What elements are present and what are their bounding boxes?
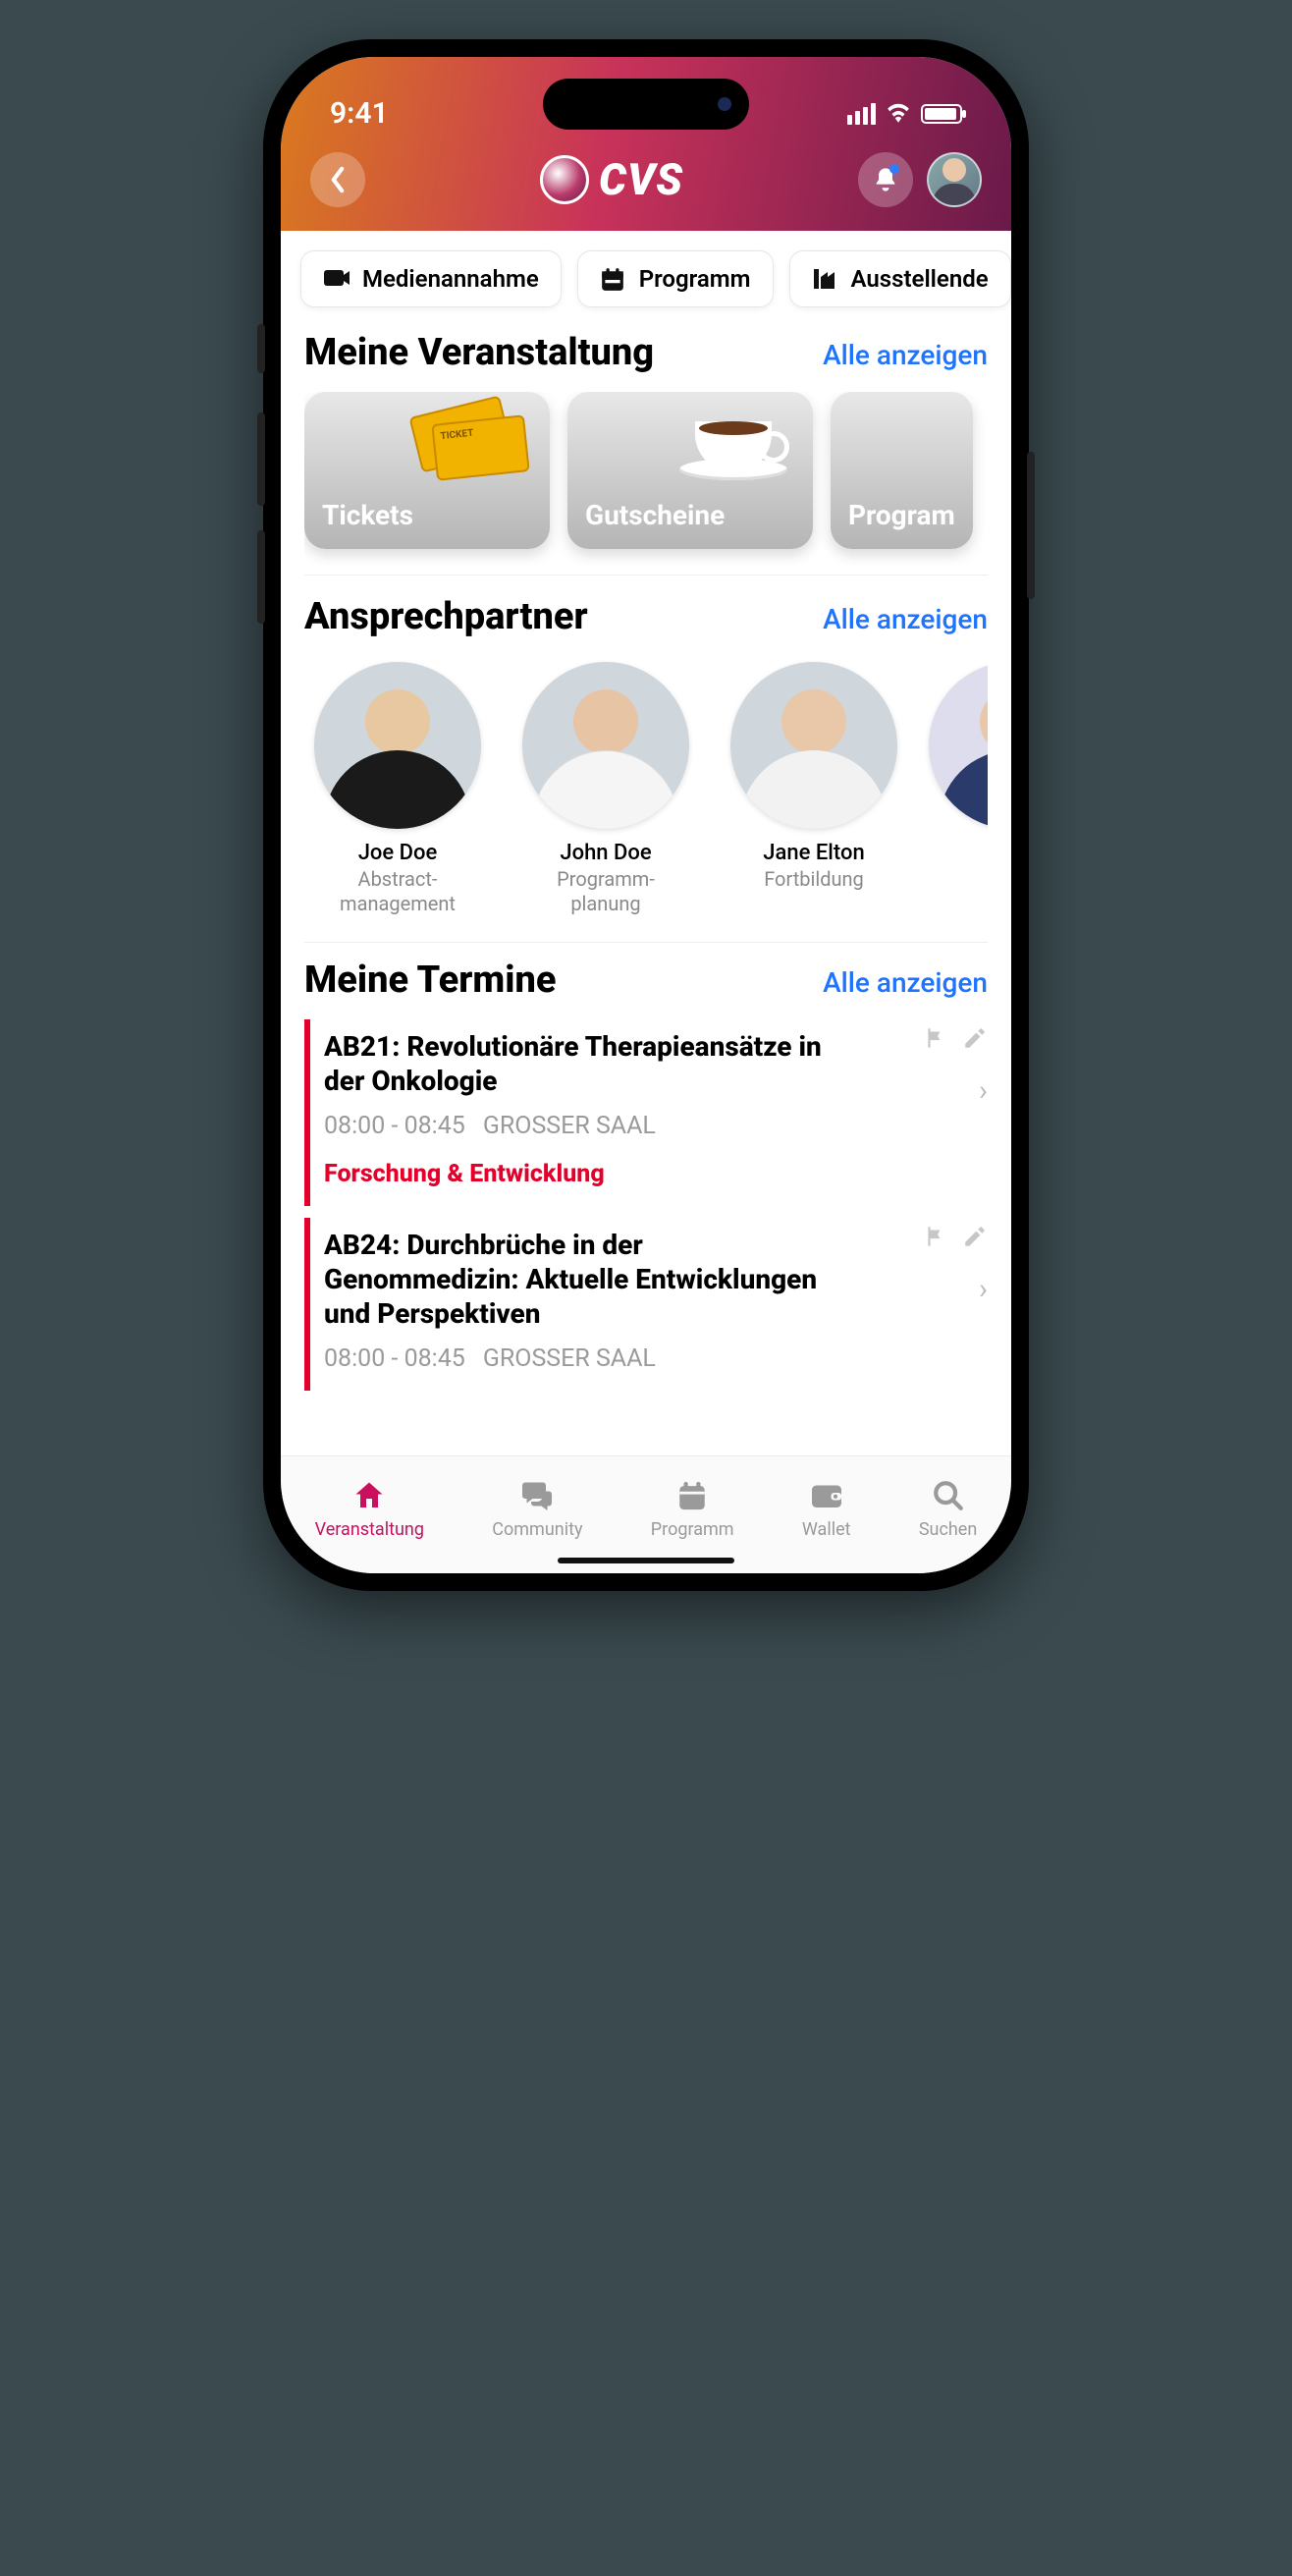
avatar xyxy=(929,662,988,829)
edit-icon[interactable] xyxy=(962,1224,988,1253)
logo-text: CVS xyxy=(599,154,683,205)
contact-role: Programm- planung xyxy=(512,867,699,916)
notification-dot-icon xyxy=(889,164,899,174)
profile-avatar[interactable] xyxy=(927,152,982,207)
tab-community[interactable]: Community xyxy=(492,1476,582,1540)
card-tickets[interactable]: Tickets xyxy=(304,392,550,549)
notifications-button[interactable] xyxy=(858,152,913,207)
contact-item[interactable]: Joe Doe Abstract- management xyxy=(304,662,491,916)
section-title: Meine Termine xyxy=(304,959,557,1002)
appointment-title: AB24: Durchbrüche in der Genommedizin: A… xyxy=(324,1228,844,1331)
chip-label: Medienannahme xyxy=(362,265,539,293)
quick-links-row: Medienannahme Programm Ausstellende xyxy=(281,231,1011,317)
tab-suchen[interactable]: Suchen xyxy=(919,1476,977,1540)
appointment-time: 08:00 - 08:45 xyxy=(324,1344,465,1373)
card-label: Program xyxy=(848,499,955,531)
ticket-icon xyxy=(414,406,532,482)
logo-mark-icon xyxy=(540,155,589,204)
wallet-icon xyxy=(809,1476,844,1515)
back-button[interactable] xyxy=(310,152,365,207)
section-contacts: Ansprechpartner Alle anzeigen Joe Doe Ab… xyxy=(281,581,1011,936)
contact-name: Jane Elton xyxy=(721,841,907,865)
volume-button xyxy=(257,530,265,624)
chip-medienannahme[interactable]: Medienannahme xyxy=(300,250,562,307)
section-title: Ansprechpartner xyxy=(304,595,588,638)
flag-icon[interactable] xyxy=(923,1224,948,1253)
tab-label: Wallet xyxy=(802,1519,851,1540)
contact-item[interactable]: John Doe Programm- planung xyxy=(512,662,699,916)
tab-label: Suchen xyxy=(919,1519,977,1540)
appointment-tag: Forschung & Entwicklung xyxy=(324,1160,982,1188)
contact-role: Fortbildung xyxy=(721,867,907,892)
section-title: Meine Veranstaltung xyxy=(304,331,654,374)
avatar xyxy=(522,662,689,829)
tab-veranstaltung[interactable]: Veranstaltung xyxy=(315,1476,424,1540)
tab-programm[interactable]: Programm xyxy=(651,1476,734,1540)
status-time: 9:41 xyxy=(330,96,389,131)
appointment-item[interactable]: › AB24: Durchbrüche in der Genommedizin:… xyxy=(304,1218,988,1391)
chip-label: Programm xyxy=(639,265,751,293)
section-appointments: Meine Termine Alle anzeigen xyxy=(281,949,1011,1002)
volume-button xyxy=(257,324,265,373)
contact-name: Joe Doe xyxy=(304,841,491,865)
volume-button xyxy=(257,412,265,506)
chip-label: Ausstellende xyxy=(851,265,989,293)
factory-icon xyxy=(812,267,839,291)
tab-label: Veranstaltung xyxy=(315,1519,424,1540)
card-gutscheine[interactable]: Gutscheine xyxy=(567,392,813,549)
appointment-item[interactable]: › AB21: Revolutionäre Therapieansätze in… xyxy=(304,1019,988,1206)
appointment-title: AB21: Revolutionäre Therapieansätze in d… xyxy=(324,1029,844,1098)
wifi-icon xyxy=(886,96,911,131)
edit-icon[interactable] xyxy=(962,1025,988,1055)
contact-item[interactable] xyxy=(929,662,988,916)
chip-ausstellende[interactable]: Ausstellende xyxy=(789,250,1011,307)
home-icon xyxy=(350,1476,388,1515)
section-my-event: Meine Veranstaltung Alle anzeigen Ticket… xyxy=(281,317,1011,569)
calendar-icon xyxy=(600,267,627,291)
chevron-right-icon: › xyxy=(979,1272,988,1306)
contact-item[interactable]: Jane Elton Fortbildung xyxy=(721,662,907,916)
appointment-time: 08:00 - 08:45 xyxy=(324,1112,465,1140)
app-logo: CVS xyxy=(540,154,683,205)
show-all-link[interactable]: Alle anzeigen xyxy=(823,339,988,371)
chat-icon xyxy=(517,1476,557,1515)
signal-icon xyxy=(847,103,876,125)
dynamic-island xyxy=(543,79,749,130)
chip-programm[interactable]: Programm xyxy=(577,250,774,307)
camera-icon xyxy=(323,267,350,291)
phone-frame: 9:41 CVS xyxy=(263,39,1029,1591)
card-label: Tickets xyxy=(322,499,413,531)
card-label: Gutscheine xyxy=(585,499,725,531)
power-button xyxy=(1027,452,1035,599)
search-icon xyxy=(932,1476,965,1515)
show-all-link[interactable]: Alle anzeigen xyxy=(823,603,988,635)
show-all-link[interactable]: Alle anzeigen xyxy=(823,966,988,999)
card-programm[interactable]: Program xyxy=(831,392,973,549)
appointment-room: GROSSER SAAL xyxy=(483,1112,656,1140)
calendar-icon xyxy=(675,1476,709,1515)
divider xyxy=(304,942,988,943)
tab-bar: Veranstaltung Community Programm Wallet xyxy=(281,1455,1011,1573)
flag-icon[interactable] xyxy=(923,1025,948,1055)
avatar xyxy=(314,662,481,829)
tab-wallet[interactable]: Wallet xyxy=(802,1476,851,1540)
tab-label: Programm xyxy=(651,1519,734,1540)
avatar xyxy=(730,662,897,829)
battery-icon xyxy=(921,104,962,124)
contact-name: John Doe xyxy=(512,841,699,865)
chevron-right-icon: › xyxy=(979,1073,988,1108)
contact-role: Abstract- management xyxy=(304,867,491,916)
tab-label: Community xyxy=(492,1519,582,1540)
coffee-icon xyxy=(679,402,787,480)
home-indicator xyxy=(558,1558,734,1563)
appointment-room: GROSSER SAAL xyxy=(483,1344,656,1373)
